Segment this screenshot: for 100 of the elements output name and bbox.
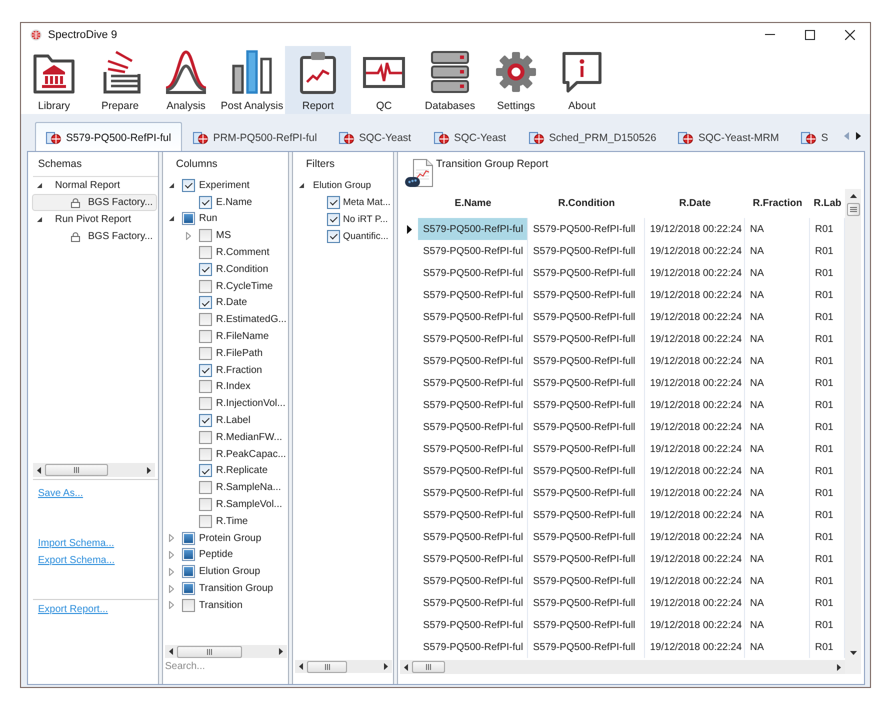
checkbox[interactable]: [199, 448, 212, 461]
tree-item[interactable]: R.CycleTime: [216, 280, 273, 292]
checkbox[interactable]: [199, 346, 212, 360]
tree-item[interactable]: BGS Factory...: [32, 194, 157, 211]
checkbox[interactable]: [199, 498, 212, 512]
tree-item[interactable]: Protein Group: [199, 532, 262, 544]
checkbox[interactable]: [327, 213, 340, 226]
tree-item[interactable]: R.Index: [216, 381, 250, 392]
scroll-right-icon[interactable]: [384, 663, 388, 670]
checkbox[interactable]: [199, 397, 212, 410]
tree-item[interactable]: Quantific...: [343, 231, 388, 242]
expander-icon[interactable]: [37, 217, 42, 222]
expander-icon[interactable]: [37, 183, 42, 188]
checkbox[interactable]: [182, 178, 195, 192]
column-header[interactable]: R.Date: [645, 191, 745, 215]
toolbar-button[interactable]: Databases: [417, 46, 483, 114]
scrollbar-thumb[interactable]: [846, 203, 860, 216]
checkbox[interactable]: [199, 464, 212, 478]
checkbox[interactable]: [199, 196, 212, 209]
tree-item[interactable]: Elution Group: [313, 180, 372, 191]
checkbox[interactable]: [199, 313, 212, 326]
horizontal-scrollbar[interactable]: [295, 660, 392, 673]
scroll-left-icon[interactable]: [404, 664, 408, 670]
checkbox[interactable]: [327, 196, 340, 209]
toolbar-button[interactable]: Prepare: [87, 46, 153, 114]
tree-item[interactable]: E.Name: [216, 196, 252, 208]
scroll-left-icon[interactable]: [299, 663, 303, 670]
scroll-left-icon[interactable]: [169, 648, 173, 655]
toolbar-button[interactable]: Report: [285, 46, 351, 114]
scroll-right-icon[interactable]: [279, 648, 283, 655]
tree-item[interactable]: Normal Report: [32, 177, 157, 194]
toolbar-button[interactable]: QC: [351, 46, 417, 114]
scrollbar-thumb[interactable]: [45, 464, 108, 476]
scroll-down-icon[interactable]: [850, 651, 856, 655]
toolbar-button[interactable]: Library: [21, 46, 87, 114]
checkbox[interactable]: [182, 548, 195, 562]
scrollbar-thumb[interactable]: [412, 661, 445, 673]
action-link[interactable]: Save As...: [38, 487, 84, 500]
checkbox[interactable]: [182, 598, 195, 612]
checkbox[interactable]: [199, 414, 212, 428]
checkbox[interactable]: [182, 212, 195, 226]
tree-item[interactable]: R.Condition: [216, 264, 268, 275]
checkbox[interactable]: [199, 380, 212, 394]
tree-item[interactable]: R.PeakCapac...: [216, 448, 286, 460]
column-header[interactable]: R.Condition: [528, 191, 645, 215]
scroll-right-icon[interactable]: [856, 132, 861, 140]
column-header[interactable]: R.Lab: [810, 191, 845, 215]
tree-item[interactable]: BGS Factory...: [32, 228, 157, 245]
horizontal-scrollbar[interactable]: [33, 463, 155, 477]
checkbox[interactable]: [199, 430, 212, 444]
action-link[interactable]: Import Schema...: [38, 537, 114, 550]
document-tab[interactable]: S579-PQ500-RefPI-ful: [35, 122, 182, 151]
expander-icon[interactable]: [169, 182, 174, 188]
checkbox[interactable]: [182, 532, 195, 545]
vertical-scrollbar[interactable]: [845, 189, 861, 660]
checkbox[interactable]: [327, 230, 340, 243]
scroll-right-icon[interactable]: [837, 664, 841, 670]
tree-item[interactable]: R.FileName: [216, 331, 269, 342]
tree-item[interactable]: R.Time: [216, 516, 248, 527]
checkbox[interactable]: [199, 280, 212, 293]
tree-item[interactable]: No iRT P...: [343, 214, 388, 225]
toolbar-button[interactable]: Post Analysis: [219, 46, 285, 114]
scrollbar-thumb[interactable]: [177, 646, 242, 658]
toolbar-button[interactable]: Settings: [483, 46, 549, 114]
checkbox[interactable]: [199, 262, 212, 276]
scroll-left-icon[interactable]: [37, 466, 41, 474]
expander-icon[interactable]: [169, 216, 174, 222]
checkbox[interactable]: [199, 481, 212, 494]
tree-item[interactable]: R.InjectionVol...: [216, 398, 286, 410]
expander-icon[interactable]: [299, 183, 304, 188]
tree-item[interactable]: R.Date: [216, 297, 248, 308]
checkbox[interactable]: [199, 364, 212, 377]
tree-item[interactable]: Peptide: [199, 549, 233, 560]
toolbar-button[interactable]: About: [549, 46, 615, 114]
scrollbar-thumb[interactable]: [307, 660, 347, 672]
horizontal-scrollbar[interactable]: [400, 660, 845, 674]
tree-item[interactable]: R.MedianFW...: [216, 432, 282, 443]
tree-item[interactable]: R.Label: [216, 415, 250, 426]
tree-item[interactable]: Experiment: [199, 180, 250, 191]
tree-item[interactable]: R.Fraction: [216, 364, 262, 376]
checkbox[interactable]: [199, 246, 212, 260]
column-header[interactable]: E.Name: [418, 191, 528, 215]
tree-item[interactable]: Run: [199, 213, 218, 224]
checkbox[interactable]: [182, 565, 195, 578]
tree-item[interactable]: R.SampleNa...: [216, 482, 282, 494]
checkbox[interactable]: [182, 582, 195, 596]
toolbar-button[interactable]: Analysis: [153, 46, 219, 114]
scroll-right-icon[interactable]: [147, 466, 151, 474]
tree-item[interactable]: R.Replicate: [216, 465, 268, 476]
tree-item[interactable]: Elution Group: [199, 566, 260, 578]
tree-item[interactable]: Transition: [199, 600, 243, 611]
column-header[interactable]: R.Fraction: [745, 191, 810, 215]
tree-item[interactable]: Meta Mat...: [343, 197, 391, 208]
checkbox[interactable]: [199, 296, 212, 310]
tree-item[interactable]: R.SampleVol...: [216, 499, 282, 510]
tree-item[interactable]: R.FilePath: [216, 348, 263, 359]
tree-item[interactable]: Transition Group: [199, 583, 274, 594]
tree-item[interactable]: MS: [216, 230, 231, 242]
tree-item[interactable]: R.Comment: [216, 247, 270, 258]
tree-item[interactable]: R.EstimatedG...: [216, 314, 287, 326]
